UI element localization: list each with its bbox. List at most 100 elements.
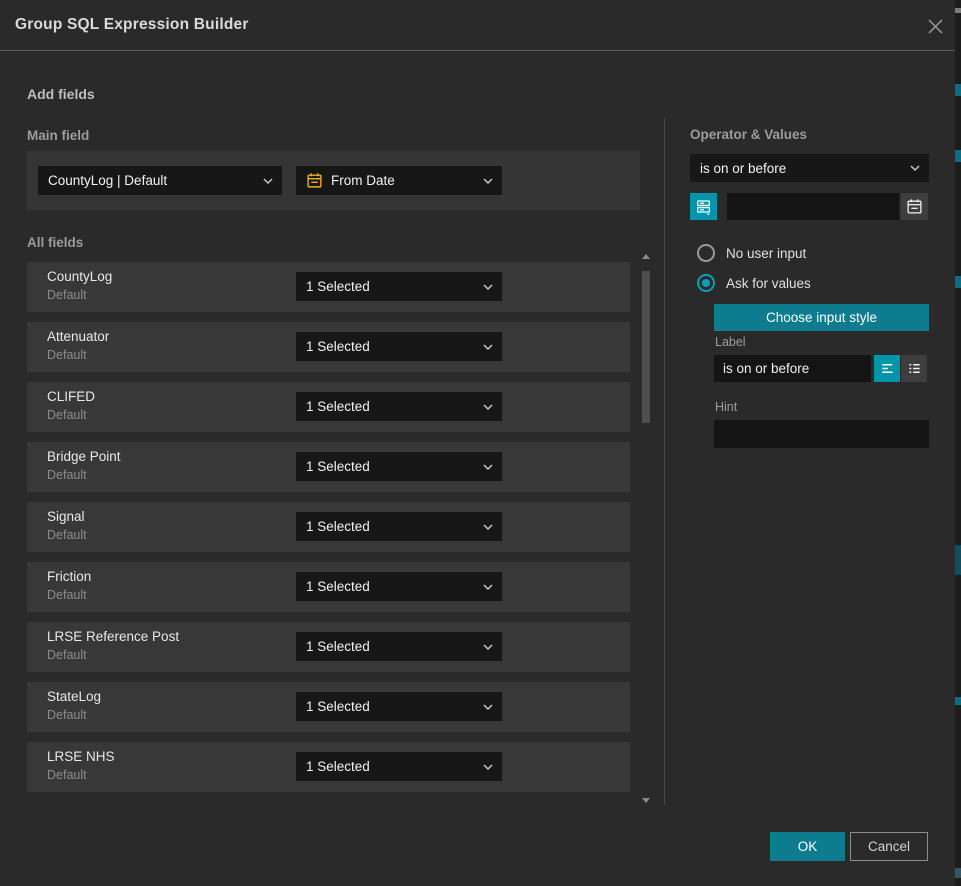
add-fields-heading: Add fields [27, 86, 95, 102]
operator-select[interactable]: is on or before [690, 154, 929, 182]
app-edge-highlight [955, 545, 961, 575]
field-name: Bridge Point [47, 449, 121, 464]
app-edge-highlight [955, 868, 961, 878]
ok-button[interactable]: OK [770, 832, 845, 861]
background-app-edge [955, 0, 961, 886]
radio-unselected-icon [697, 244, 715, 262]
app-edge-highlight [955, 8, 961, 13]
label-input[interactable] [714, 355, 871, 382]
field-selection-dropdown[interactable]: 1 Selected [296, 692, 502, 721]
field-sublabel: Default [47, 348, 87, 362]
field-row: LRSE NHS Default 1 Selected [27, 742, 630, 792]
field-selection-value: 1 Selected [306, 519, 370, 534]
single-input-style-button[interactable] [874, 355, 900, 382]
dialog-title: Group SQL Expression Builder [15, 16, 249, 34]
field-selection-dropdown[interactable]: 1 Selected [296, 392, 502, 421]
field-selection-value: 1 Selected [306, 639, 370, 654]
field-name: Signal [47, 509, 85, 524]
field-selection-value: 1 Selected [306, 759, 370, 774]
field-sublabel: Default [47, 468, 87, 482]
group-sql-expression-builder-dialog: { "window": { "title": "Group SQL Expres… [0, 0, 961, 886]
field-selection-dropdown[interactable]: 1 Selected [296, 572, 502, 601]
field-sublabel: Default [47, 408, 87, 422]
field-name: LRSE NHS [47, 749, 115, 764]
chevron-down-icon [483, 704, 493, 710]
radio-no-user-input[interactable]: No user input [697, 244, 806, 262]
radio-ask-for-values[interactable]: Ask for values [697, 274, 811, 292]
field-row: Bridge Point Default 1 Selected [27, 442, 630, 492]
field-selection-dropdown[interactable]: 1 Selected [296, 452, 502, 481]
field-row: Attenuator Default 1 Selected [27, 322, 630, 372]
calendar-icon [906, 198, 923, 215]
field-row: CLIFED Default 1 Selected [27, 382, 630, 432]
chevron-down-icon [483, 344, 493, 350]
date-picker-button[interactable] [901, 193, 928, 220]
field-sublabel: Default [47, 528, 87, 542]
close-button[interactable] [921, 12, 949, 40]
operator-value: is on or before [700, 161, 786, 176]
app-edge-highlight [955, 276, 961, 288]
chevron-down-icon [483, 644, 493, 650]
calendar-icon [306, 172, 323, 189]
field-selection-value: 1 Selected [306, 399, 370, 414]
field-row: Friction Default 1 Selected [27, 562, 630, 612]
field-sublabel: Default [47, 588, 87, 602]
radio-ask-for-values-label: Ask for values [726, 276, 811, 291]
all-fields-list: CountyLog Default 1 Selected Attenuator … [27, 262, 630, 802]
field-selection-dropdown[interactable]: 1 Selected [296, 512, 502, 541]
radio-selected-icon [697, 274, 715, 292]
field-name: CountyLog [47, 269, 112, 284]
field-name: Attenuator [47, 329, 109, 344]
cancel-button[interactable]: Cancel [850, 832, 928, 861]
field-row: StateLog Default 1 Selected [27, 682, 630, 732]
all-fields-heading: All fields [27, 235, 83, 250]
stacked-values-icon [695, 198, 712, 215]
chevron-down-icon [263, 178, 273, 184]
main-field-source-select[interactable]: CountyLog | Default [38, 166, 282, 195]
main-field-heading: Main field [27, 128, 89, 143]
app-edge-highlight [955, 697, 961, 705]
field-name: CLIFED [47, 389, 95, 404]
field-selection-dropdown[interactable]: 1 Selected [296, 332, 502, 361]
column-divider [664, 118, 665, 805]
field-sublabel: Default [47, 768, 87, 782]
value-date-input[interactable] [727, 193, 899, 220]
list-input-style-button[interactable] [901, 355, 927, 382]
field-values-button[interactable] [690, 193, 717, 220]
label-label: Label [715, 335, 746, 349]
field-name: LRSE Reference Post [47, 629, 179, 644]
align-left-icon [880, 361, 895, 376]
chevron-down-icon [483, 464, 493, 470]
app-edge-highlight [955, 150, 961, 162]
scroll-down-arrow-icon[interactable] [642, 798, 650, 803]
chevron-down-icon [483, 178, 493, 184]
main-field-panel: CountyLog | Default From Date [27, 151, 640, 210]
field-selection-value: 1 Selected [306, 579, 370, 594]
field-row: Signal Default 1 Selected [27, 502, 630, 552]
field-selection-value: 1 Selected [306, 279, 370, 294]
title-bar: Group SQL Expression Builder [0, 0, 961, 51]
scrollbar-thumb[interactable] [642, 271, 650, 423]
field-row: CountyLog Default 1 Selected [27, 262, 630, 312]
all-fields-scrollbar[interactable] [641, 250, 651, 805]
bulleted-list-icon [907, 361, 922, 376]
chevron-down-icon [483, 524, 493, 530]
choose-input-style-button[interactable]: Choose input style [714, 304, 929, 331]
scroll-up-arrow-icon[interactable] [642, 254, 650, 259]
field-selection-dropdown[interactable]: 1 Selected [296, 272, 502, 301]
field-selection-value: 1 Selected [306, 699, 370, 714]
radio-no-user-input-label: No user input [726, 246, 806, 261]
main-field-date-select[interactable]: From Date [296, 166, 502, 195]
field-selection-dropdown[interactable]: 1 Selected [296, 632, 502, 661]
app-edge-highlight [955, 84, 961, 96]
field-name: StateLog [47, 689, 101, 704]
field-row: LRSE Reference Post Default 1 Selected [27, 622, 630, 672]
field-selection-value: 1 Selected [306, 339, 370, 354]
chevron-down-icon [483, 284, 493, 290]
main-field-date-value: From Date [331, 173, 395, 188]
hint-input[interactable] [714, 420, 929, 448]
field-selection-dropdown[interactable]: 1 Selected [296, 752, 502, 781]
chevron-down-icon [483, 404, 493, 410]
hint-label: Hint [715, 400, 737, 414]
field-sublabel: Default [47, 708, 87, 722]
